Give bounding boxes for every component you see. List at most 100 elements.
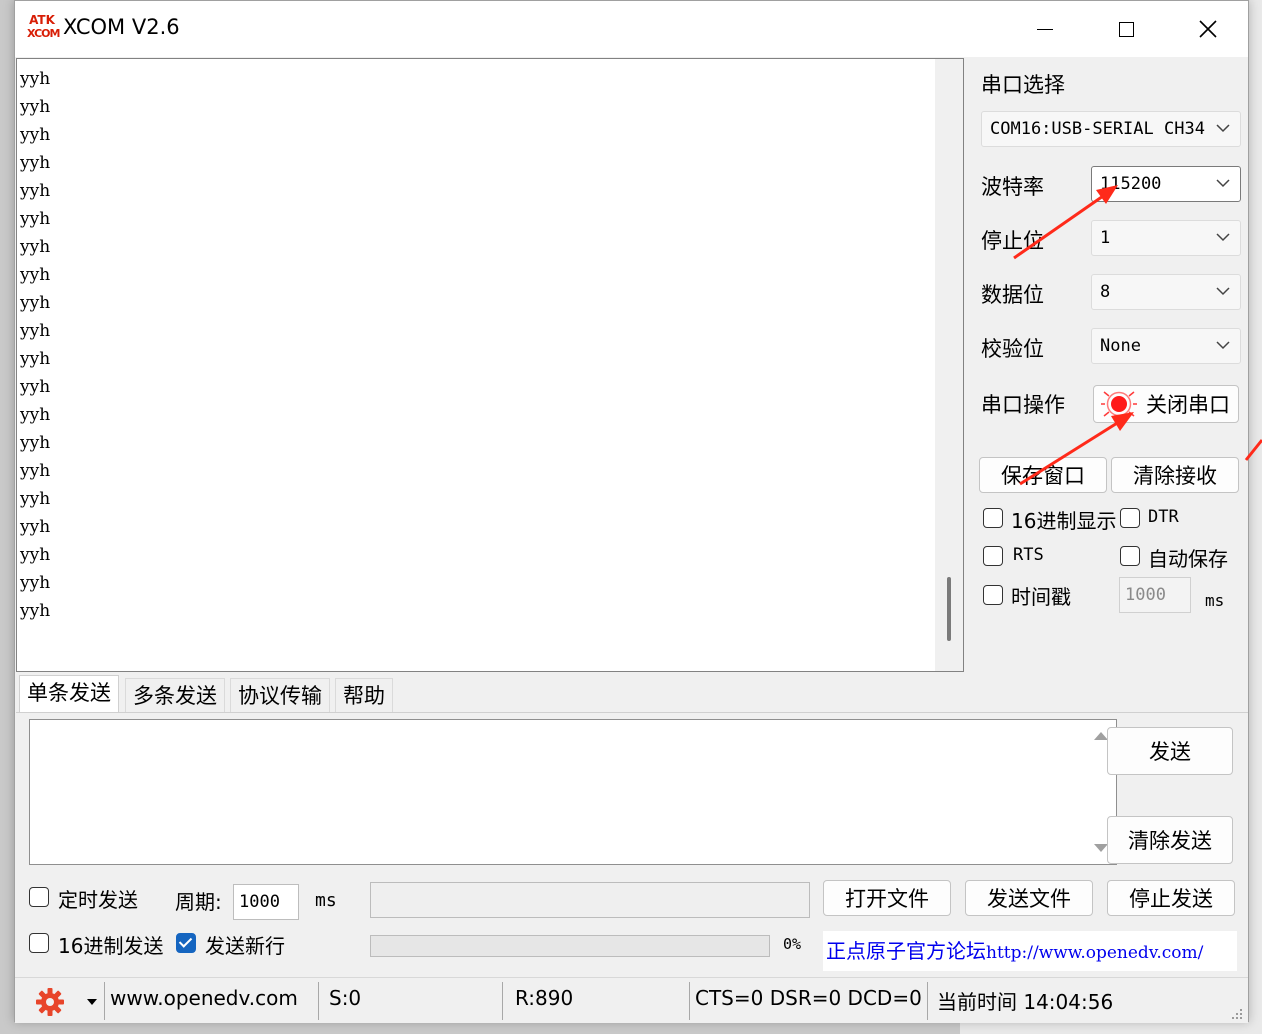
receive-line: yyh (20, 573, 51, 593)
receive-textarea[interactable]: yyh yyh yyh yyh yyh yyh yyh yyh yyh yyh yyh yyh yyh y… (16, 58, 964, 672)
app-logo-top-text: ATK (29, 13, 55, 27)
timestamp-interval-input[interactable]: 1000 (1119, 577, 1191, 613)
receive-line: yyh (20, 489, 51, 509)
auto-save-label: 自动保存 (1148, 547, 1228, 571)
receive-scrollbar-thumb[interactable] (947, 577, 951, 641)
port-select-value: COM16:USB-SERIAL CH34 (990, 119, 1205, 139)
receive-line: yyh (20, 181, 51, 201)
auto-save-checkbox[interactable] (1120, 546, 1140, 566)
rts-label: RTS (1013, 545, 1044, 565)
chevron-down-icon (1216, 124, 1230, 133)
chevron-down-icon (1216, 233, 1230, 242)
minimize-button[interactable] (1005, 1, 1085, 57)
stop-bits-label: 停止位 (981, 229, 1044, 253)
baud-rate-label: 波特率 (981, 175, 1044, 199)
receive-line: yyh (20, 321, 51, 341)
save-window-button[interactable]: 保存窗口 (979, 457, 1107, 493)
status-line-signals: CTS=0 DSR=0 DCD=0 (695, 986, 922, 1010)
receive-line: yyh (20, 517, 51, 537)
chevron-down-icon[interactable] (87, 999, 97, 1005)
hex-send-checkbox[interactable] (29, 933, 49, 953)
timestamp-checkbox[interactable] (983, 585, 1003, 605)
send-button[interactable]: 发送 (1107, 727, 1233, 775)
receive-line: yyh (20, 293, 51, 313)
status-divider (689, 982, 690, 1020)
status-divider (104, 982, 105, 1020)
forum-link-url: http://www.openedv.com/ (986, 943, 1204, 963)
baud-rate-select[interactable]: 115200 (1091, 166, 1241, 202)
receive-scrollbar[interactable] (935, 59, 963, 671)
port-status-red-light-icon (1101, 391, 1137, 417)
tab-single-send[interactable]: 单条发送 (19, 675, 119, 713)
clear-send-button[interactable]: 清除发送 (1107, 816, 1233, 864)
app-logo-bottom-text: XCOM (27, 27, 60, 40)
tab-protocol-transfer[interactable]: 协议传输 (230, 678, 330, 712)
status-bar: www.openedv.com S:0 R:890 CTS=0 DSR=0 DC… (15, 977, 1248, 1023)
receive-line: yyh (20, 265, 51, 285)
open-file-button[interactable]: 打开文件 (823, 880, 951, 916)
rts-checkbox[interactable] (983, 546, 1003, 566)
tab-help[interactable]: 帮助 (335, 678, 393, 712)
send-file-path-field (370, 882, 810, 918)
send-newline-label: 发送新行 (205, 934, 285, 958)
stop-bits-select[interactable]: 1 (1091, 220, 1241, 256)
send-progress-text: 0% (783, 935, 802, 953)
chevron-down-icon (1216, 287, 1230, 296)
resize-grip-icon[interactable] (1228, 1005, 1244, 1021)
receive-line: yyh (20, 209, 51, 229)
receive-line: yyh (20, 125, 51, 145)
status-website[interactable]: www.openedv.com (110, 986, 298, 1010)
status-divider (318, 982, 319, 1020)
send-progress-bar (370, 935, 770, 957)
stop-send-button[interactable]: 停止发送 (1107, 880, 1235, 916)
period-input[interactable]: 1000 (233, 884, 299, 920)
maximize-icon (1118, 21, 1134, 37)
data-bits-select[interactable]: 8 (1091, 274, 1241, 310)
baud-rate-value: 115200 (1100, 174, 1162, 194)
status-received-count: R:890 (515, 986, 574, 1010)
receive-line: yyh (20, 237, 51, 257)
status-divider (927, 982, 928, 1020)
period-label: 周期: (175, 890, 222, 914)
hex-send-label: 16进制发送 (58, 934, 164, 958)
dtr-checkbox[interactable] (1120, 508, 1140, 528)
hex-display-label: 16进制显示 (1011, 509, 1117, 533)
scroll-down-icon[interactable] (1094, 844, 1108, 852)
receive-line: yyh (20, 601, 51, 621)
gear-icon[interactable] (35, 987, 65, 1017)
parity-select[interactable]: None (1091, 328, 1241, 364)
send-file-button[interactable]: 发送文件 (965, 880, 1093, 916)
timed-send-label: 定时发送 (58, 888, 138, 912)
maximize-button[interactable] (1086, 1, 1166, 57)
scroll-up-icon[interactable] (1094, 732, 1108, 740)
send-newline-checkbox[interactable] (176, 933, 196, 953)
data-bits-value: 8 (1100, 282, 1111, 302)
chevron-down-icon (1216, 341, 1230, 350)
receive-line: yyh (20, 545, 51, 565)
tab-multi-send[interactable]: 多条发送 (125, 678, 225, 712)
dtr-label: DTR (1148, 507, 1179, 527)
clear-receive-button[interactable]: 清除接收 (1111, 457, 1239, 493)
send-textarea[interactable] (29, 719, 1117, 865)
chevron-down-icon (1216, 179, 1230, 188)
status-divider (502, 982, 503, 1020)
forum-link-text: 正点原子官方论坛 (826, 939, 986, 963)
close-port-button[interactable]: 关闭串口 (1093, 385, 1239, 423)
period-unit-label: ms (315, 890, 337, 911)
timestamp-label: 时间戳 (1011, 585, 1071, 609)
receive-line: yyh (20, 153, 51, 173)
title-bar[interactable]: ATK XCOM XCOM V2.6 (15, 1, 1248, 57)
timestamp-unit-label: ms (1205, 591, 1225, 610)
receive-lines: yyh yyh yyh yyh yyh yyh yyh yyh yyh yyh yyh yyh yyh y… (20, 65, 50, 625)
timed-send-checkbox[interactable] (29, 887, 49, 907)
window-title: XCOM V2.6 (63, 15, 180, 39)
data-bits-label: 数据位 (981, 283, 1044, 307)
app-logo-icon: ATK XCOM (27, 13, 60, 42)
receive-line: yyh (20, 69, 51, 89)
hex-display-checkbox[interactable] (983, 508, 1003, 528)
forum-link[interactable]: 正点原子官方论坛http://www.openedv.com/ (823, 931, 1237, 971)
status-sent-count: S:0 (329, 986, 362, 1010)
close-button[interactable] (1168, 1, 1248, 57)
port-select[interactable]: COM16:USB-SERIAL CH34 (981, 111, 1241, 147)
close-icon (1199, 20, 1217, 38)
